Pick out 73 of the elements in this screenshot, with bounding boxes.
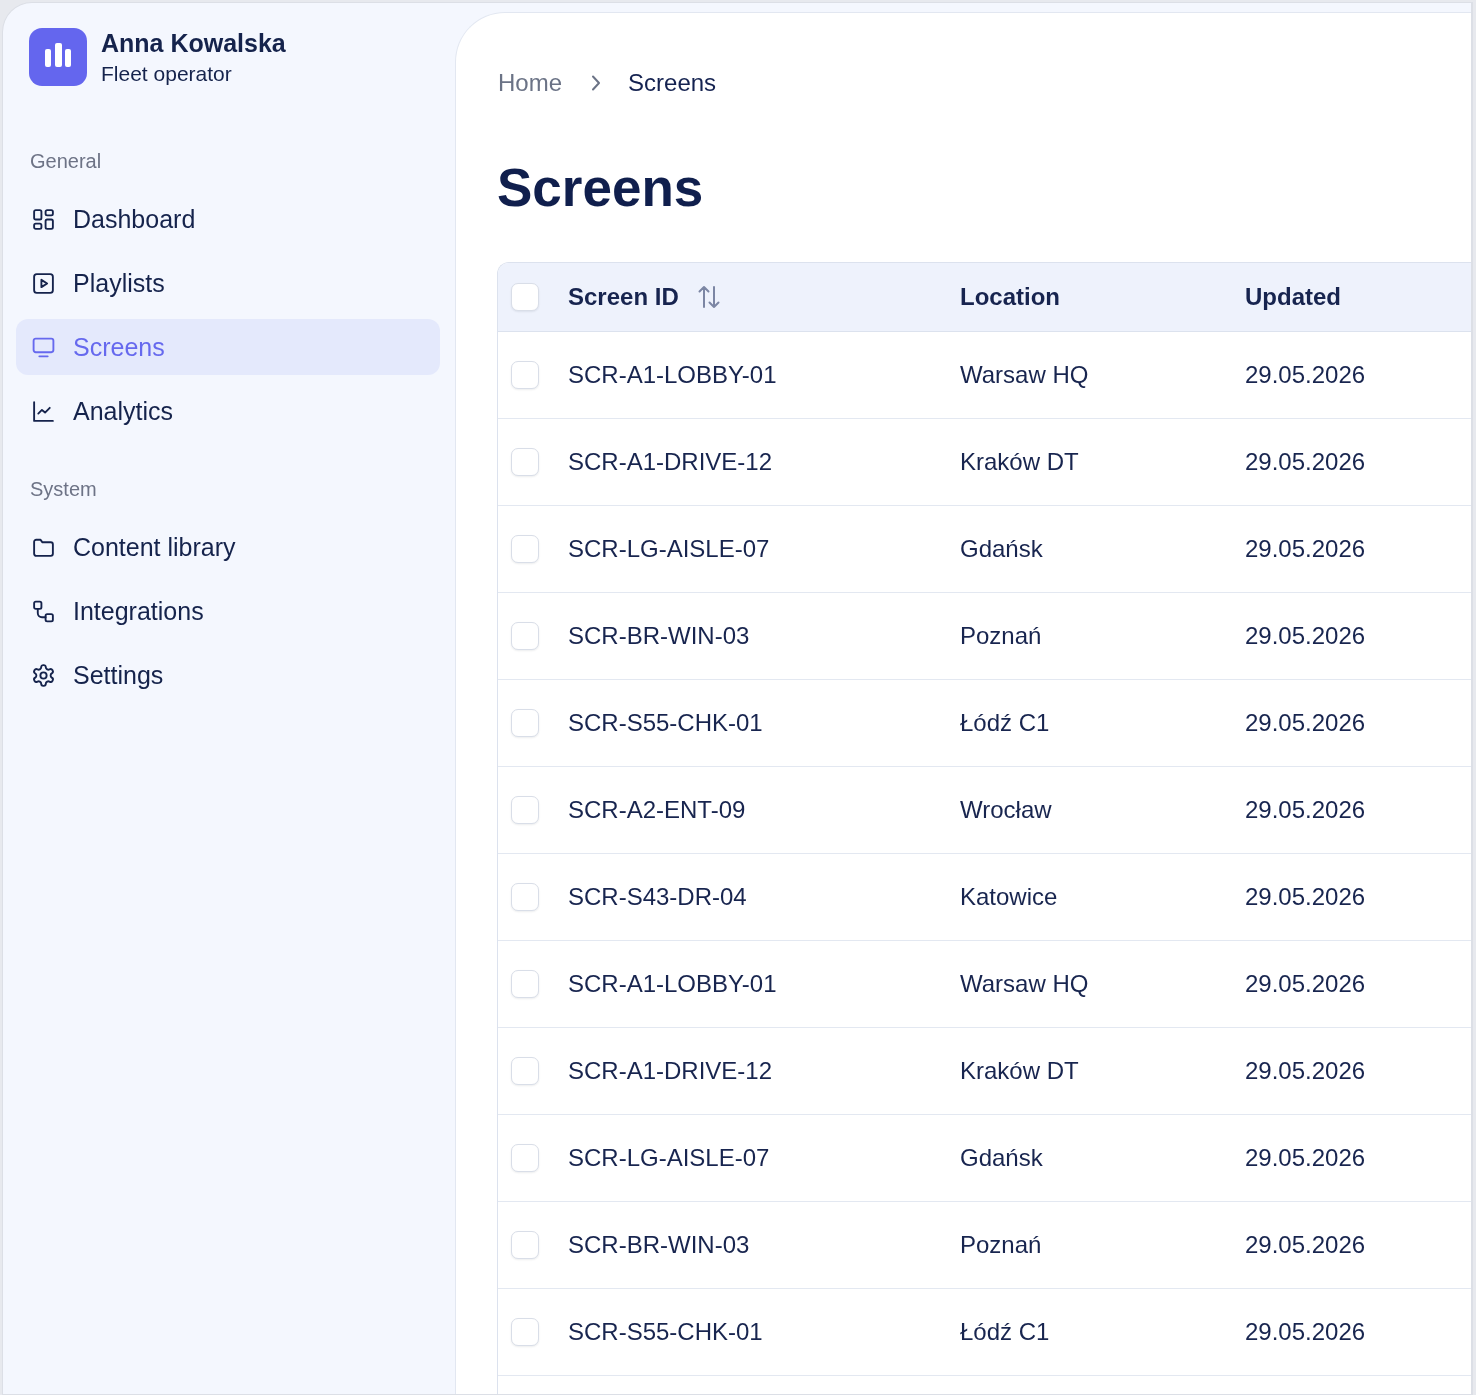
checkbox[interactable]: [511, 709, 539, 737]
nav-item[interactable]: Content library: [16, 519, 440, 575]
breadcrumb-link[interactable]: Home: [498, 68, 563, 98]
table-cell: SCR-A2-ENT-09: [568, 796, 746, 823]
table-cell: Łódź C1: [960, 709, 1050, 736]
table-cell: 29.05.2026: [1245, 709, 1366, 736]
table-cell: SCR-BR-WIN-03: [568, 1231, 750, 1258]
checkbox[interactable]: [511, 361, 539, 389]
nav-item[interactable]: Playlists: [16, 255, 440, 311]
table-cell: SCR-LG-AISLE-07: [568, 1144, 770, 1171]
checkbox[interactable]: [511, 1057, 539, 1085]
nav-item[interactable]: Settings: [16, 647, 440, 703]
bar-chart-icon: [29, 28, 87, 86]
table-cell: Wrocław: [960, 796, 1052, 823]
checkbox[interactable]: [511, 1318, 539, 1346]
table-cell: 29.05.2026: [1245, 622, 1366, 649]
nav-item[interactable]: Screens: [16, 319, 440, 375]
table-cell: SCR-A1-DRIVE-12: [568, 1057, 773, 1084]
table-cell: SCR-A1-LOBBY-01: [568, 361, 777, 388]
user-role: Fleet operator: [101, 61, 233, 87]
column-header: Updated: [1245, 283, 1341, 311]
table-cell: SCR-A1-DRIVE-12: [568, 448, 773, 475]
column-header[interactable]: Screen ID: [568, 283, 721, 311]
table-cell: SCR-LG-AISLE-07: [568, 535, 770, 562]
nav-item[interactable]: Dashboard: [16, 191, 440, 247]
table-cell: Warsaw HQ: [960, 970, 1089, 997]
grid-icon: [31, 206, 56, 232]
section-label: General: [30, 149, 102, 173]
table-cell: 29.05.2026: [1245, 883, 1366, 910]
table-cell: Poznań: [960, 1231, 1042, 1258]
checkbox[interactable]: [511, 622, 539, 650]
table-cell: Łódź C1: [960, 1318, 1050, 1345]
checkbox[interactable]: [511, 883, 539, 911]
table-cell: Warsaw HQ: [960, 361, 1089, 388]
breadcrumb-current: Screens: [628, 68, 717, 98]
checkbox[interactable]: [511, 970, 539, 998]
sort-icon: [696, 284, 721, 310]
table-cell: SCR-S55-CHK-01: [568, 709, 763, 736]
table-cell: Poznań: [960, 622, 1042, 649]
table-cell: SCR-S55-CHK-01: [568, 1318, 763, 1345]
table-cell: Katowice: [960, 883, 1058, 910]
column-header: Location: [960, 283, 1060, 311]
table-cell: 29.05.2026: [1245, 448, 1366, 475]
table-cell: SCR-BR-WIN-03: [568, 622, 750, 649]
table-cell: 29.05.2026: [1245, 1144, 1366, 1171]
checkbox[interactable]: [511, 1231, 539, 1259]
table-cell: 29.05.2026: [1245, 1231, 1366, 1258]
table-cell: 29.05.2026: [1245, 535, 1366, 562]
checkbox[interactable]: [511, 535, 539, 563]
table-cell: 29.05.2026: [1245, 1318, 1366, 1345]
table-cell: 29.05.2026: [1245, 796, 1366, 823]
user-name: Anna Kowalska: [101, 28, 286, 58]
play-icon: [31, 270, 56, 296]
table-cell: Kraków DT: [960, 448, 1079, 475]
checkbox[interactable]: [511, 796, 539, 824]
table-cell: 29.05.2026: [1245, 970, 1366, 997]
table-cell: Gdańsk: [960, 535, 1043, 562]
table-cell: Gdańsk: [960, 1144, 1043, 1171]
table-cell: 29.05.2026: [1245, 361, 1366, 388]
settings-icon: [31, 662, 56, 688]
checkbox[interactable]: [511, 1144, 539, 1172]
table-cell: SCR-A1-LOBBY-01: [568, 970, 777, 997]
nav-item[interactable]: Integrations: [16, 583, 440, 639]
checkbox[interactable]: [511, 448, 539, 476]
page-title: Screens: [497, 158, 704, 218]
checkbox[interactable]: [511, 283, 539, 311]
connected-squares-icon: [31, 598, 56, 624]
nav-item[interactable]: Analytics: [16, 383, 440, 439]
table-cell: Kraków DT: [960, 1057, 1079, 1084]
table-cell: SCR-S43-DR-04: [568, 883, 747, 910]
line-chart-icon: [31, 398, 56, 424]
section-label: System: [30, 477, 97, 501]
table-cell: 29.05.2026: [1245, 1057, 1366, 1084]
